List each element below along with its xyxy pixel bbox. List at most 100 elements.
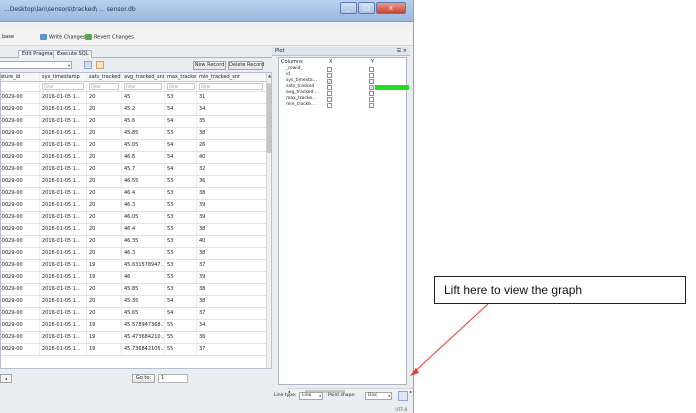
table-cell[interactable]: -0029-00 <box>1 344 40 355</box>
table-cell[interactable]: 45.631578947... <box>122 260 165 271</box>
table-cell[interactable]: 2016-01-05 1... <box>40 272 87 283</box>
line-type-select[interactable]: Line ▾ <box>299 392 323 400</box>
table-cell[interactable]: 32 <box>197 164 267 175</box>
table-cell[interactable]: 45.85 <box>122 284 165 295</box>
previous-page-button[interactable]: ◂ <box>0 374 12 383</box>
table-cell[interactable]: 45.7 <box>122 164 165 175</box>
table-cell[interactable]: -0029-00 <box>1 248 40 259</box>
table-row[interactable]: -0029-00 2016-01-05 1... 20 45.85 53 38 <box>1 128 267 140</box>
table-cell[interactable]: 45.2 <box>122 104 165 115</box>
revert-changes-button[interactable]: Revert Changes <box>85 34 134 41</box>
tab-execute-sql[interactable]: Execute SQL <box>53 50 93 58</box>
table-cell[interactable]: 20 <box>87 92 122 103</box>
table-cell[interactable]: 40 <box>197 236 267 247</box>
table-row[interactable]: -0029-00 2016-01-05 1... 20 46.55 53 36 <box>1 176 267 188</box>
table-cell[interactable]: -0029-00 <box>1 176 40 187</box>
table-cell[interactable]: 54 <box>165 296 197 307</box>
table-cell[interactable]: 39 <box>197 200 267 211</box>
table-cell[interactable]: 20 <box>87 152 122 163</box>
table-cell[interactable]: 54 <box>165 140 197 151</box>
scroll-right-icon[interactable]: ▸ <box>410 389 412 394</box>
table-cell[interactable]: 20 <box>87 224 122 235</box>
table-cell[interactable]: 2016-01-05 1... <box>40 140 87 151</box>
column-header[interactable]: avg_tracked_snr <box>122 73 165 81</box>
maximize-button[interactable]: □ <box>358 2 375 14</box>
table-cell[interactable]: 2016-01-05 1... <box>40 176 87 187</box>
table-row[interactable]: -0029-00 2016-01-05 1... 20 45 53 31 <box>1 92 267 104</box>
table-row[interactable]: -0029-00 2016-01-05 1... 20 45.65 54 37 <box>1 308 267 320</box>
table-cell[interactable]: 39 <box>197 272 267 283</box>
table-cell[interactable]: 2016-01-05 1... <box>40 92 87 103</box>
column-header[interactable]: ature_id <box>1 73 40 81</box>
table-cell[interactable]: -0029-00 <box>1 128 40 139</box>
table-cell[interactable]: 38 <box>197 188 267 199</box>
table-cell[interactable]: -0029-00 <box>1 212 40 223</box>
table-cell[interactable]: 45.578947368... <box>122 320 165 331</box>
table-cell[interactable]: 54 <box>165 116 197 127</box>
table-cell[interactable]: 46.6 <box>122 152 165 163</box>
table-cell[interactable]: 46 <box>122 272 165 283</box>
table-cell[interactable]: 53 <box>165 92 197 103</box>
table-cell[interactable]: 45.473684210... <box>122 332 165 343</box>
table-row[interactable]: -0029-00 2016-01-05 1... 19 45.736842105...… <box>1 344 267 356</box>
goto-input[interactable]: 1 <box>158 374 188 383</box>
column-header[interactable]: max_tracked_snr <box>165 73 197 81</box>
table-cell[interactable]: 37 <box>197 308 267 319</box>
table-cell[interactable]: 2016-01-05 1... <box>40 104 87 115</box>
table-cell[interactable]: 45.85 <box>122 128 165 139</box>
toolbar-partial-item[interactable]: base <box>2 34 14 40</box>
table-cell[interactable]: 45.736842105... <box>122 344 165 355</box>
table-cell[interactable]: 54 <box>165 152 197 163</box>
table-cell[interactable]: 2016-01-05 1... <box>40 284 87 295</box>
table-cell[interactable]: 34 <box>197 320 267 331</box>
table-cell[interactable]: -0029-00 <box>1 236 40 247</box>
filter-input[interactable]: Filter <box>199 83 263 90</box>
table-cell[interactable]: 20 <box>87 200 122 211</box>
table-cell[interactable]: 35 <box>197 116 267 127</box>
table-row[interactable]: -0029-00 2016-01-05 1... 19 45.631578947...… <box>1 260 267 272</box>
table-cell[interactable]: -0029-00 <box>1 188 40 199</box>
table-cell[interactable]: 2016-01-05 1... <box>40 248 87 259</box>
table-cell[interactable]: -0029-00 <box>1 320 40 331</box>
table-cell[interactable]: 55 <box>165 332 197 343</box>
filter-input[interactable]: Filter <box>42 83 84 90</box>
table-cell[interactable]: 45 <box>122 92 165 103</box>
table-cell[interactable]: 46.05 <box>122 212 165 223</box>
table-cell[interactable]: 53 <box>165 224 197 235</box>
table-select[interactable]: ▾ <box>0 61 72 69</box>
save-plot-icon[interactable] <box>398 391 408 401</box>
table-row[interactable]: -0029-00 2016-01-05 1... 20 45.85 53 38 <box>1 284 267 296</box>
table-cell[interactable]: -0029-00 <box>1 224 40 235</box>
filter-input[interactable]: Filter <box>124 83 162 90</box>
table-row[interactable]: -0029-00 2016-01-05 1... 19 45.578947368...… <box>1 320 267 332</box>
table-cell[interactable]: 2016-01-05 1... <box>40 188 87 199</box>
table-cell[interactable]: 2016-01-05 1... <box>40 296 87 307</box>
table-cell[interactable]: 2016-01-05 1... <box>40 224 87 235</box>
table-cell[interactable]: 20 <box>87 188 122 199</box>
table-cell[interactable]: -0029-00 <box>1 272 40 283</box>
table-row[interactable]: -0029-00 2016-01-05 1... 20 46.3 53 39 <box>1 200 267 212</box>
table-row[interactable]: -0029-00 2016-01-05 1... 20 46.6 54 40 <box>1 152 267 164</box>
table-cell[interactable]: 2016-01-05 1... <box>40 212 87 223</box>
table-cell[interactable]: 55 <box>165 344 197 355</box>
dock-close-icon[interactable]: ☰ × <box>397 48 407 54</box>
table-cell[interactable]: 54 <box>165 164 197 175</box>
table-cell[interactable]: 20 <box>87 128 122 139</box>
table-cell[interactable]: 20 <box>87 176 122 187</box>
table-cell[interactable]: 2016-01-05 1... <box>40 116 87 127</box>
table-cell[interactable]: 53 <box>165 272 197 283</box>
table-row[interactable]: -0029-00 2016-01-05 1... 20 46.35 53 40 <box>1 236 267 248</box>
table-cell[interactable]: 20 <box>87 248 122 259</box>
write-changes-button[interactable]: Write Changes <box>40 34 86 41</box>
table-cell[interactable]: 2016-01-05 1... <box>40 260 87 271</box>
scroll-thumb[interactable] <box>267 83 271 153</box>
table-cell[interactable]: 26 <box>197 140 267 151</box>
table-cell[interactable]: -0029-00 <box>1 260 40 271</box>
filter-input[interactable]: Filter <box>167 83 195 90</box>
point-shape-select[interactable]: Disc ▾ <box>365 392 392 400</box>
table-cell[interactable]: 20 <box>87 308 122 319</box>
goto-button[interactable]: Go to: <box>132 374 155 383</box>
table-cell[interactable]: -0029-00 <box>1 116 40 127</box>
clear-filters-icon[interactable] <box>96 61 104 69</box>
table-cell[interactable]: 2016-01-05 1... <box>40 320 87 331</box>
